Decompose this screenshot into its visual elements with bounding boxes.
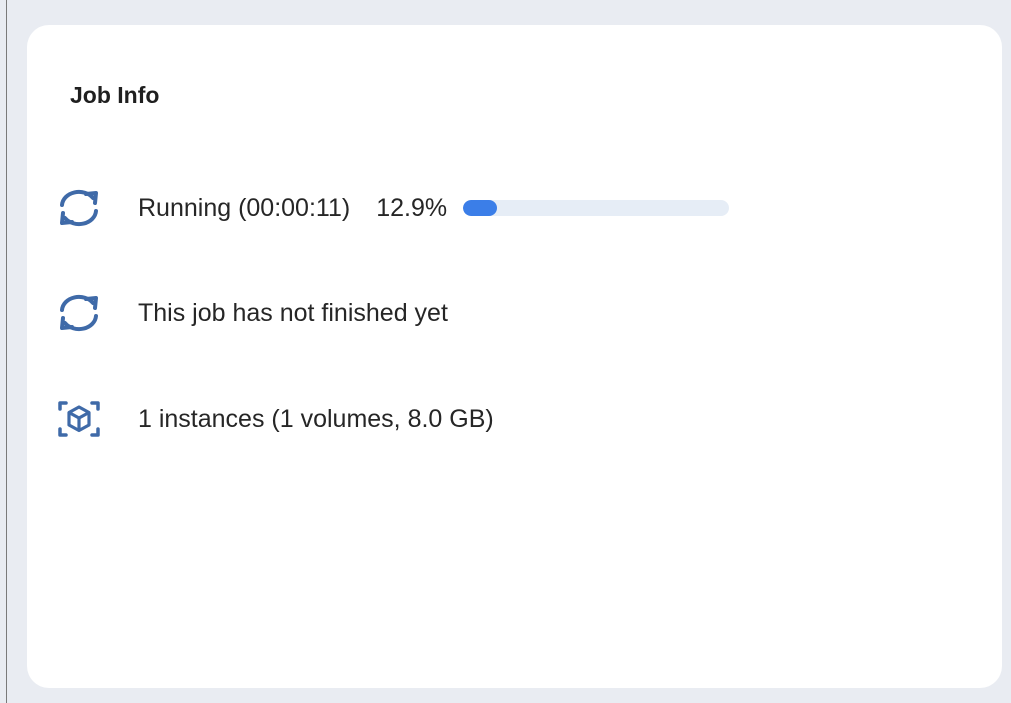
job-status-row: Running (00:00:11) 12.9% [55,186,730,230]
window-edge [6,0,7,703]
job-finish-row: This job has not finished yet [55,291,448,335]
job-status-text: Running (00:00:11) [138,194,351,222]
card-title: Job Info [70,82,160,108]
job-instances-row: 1 instances (1 volumes, 8.0 GB) [55,397,494,441]
instance-cube-icon [55,397,103,441]
job-info-card: Job Info Running (00:00:11) 12.9% This j [27,25,1002,688]
sync-icon [55,186,103,230]
job-finish-text: This job has not finished yet [138,299,448,327]
progress-percent: 12.9% [376,194,448,222]
sync-icon [55,291,103,335]
progress-bar [463,200,730,216]
instances-text: 1 instances (1 volumes, 8.0 GB) [138,405,494,433]
progress-bar-fill [463,200,498,216]
